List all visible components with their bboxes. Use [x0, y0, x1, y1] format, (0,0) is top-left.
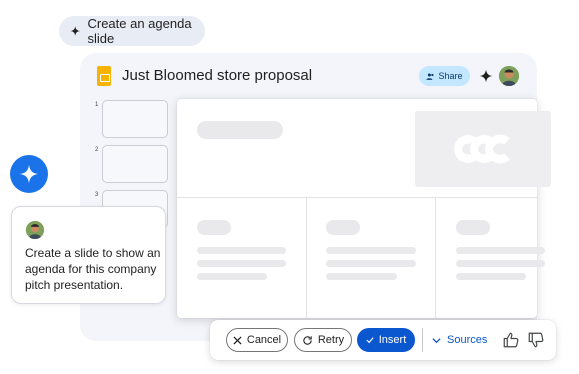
- document-title[interactable]: Just Bloomed store proposal: [122, 67, 312, 84]
- thumbnail-number: 3: [95, 192, 99, 198]
- cancel-label: Cancel: [246, 334, 282, 346]
- text-line-placeholder: [197, 247, 286, 254]
- avatar: [26, 221, 44, 239]
- gemini-assistant-icon: [10, 155, 48, 193]
- text-line-placeholder: [197, 260, 286, 267]
- chevron-down-icon: [432, 337, 441, 343]
- retry-button[interactable]: Retry: [294, 328, 352, 352]
- column-heading-placeholder: [456, 220, 490, 235]
- column-heading-placeholder: [326, 220, 360, 235]
- people-icon: [426, 73, 434, 80]
- insert-button[interactable]: Insert: [357, 328, 415, 352]
- refresh-icon: [303, 335, 312, 345]
- slide-thumbnail-2[interactable]: [102, 145, 168, 183]
- retry-label: Retry: [317, 334, 345, 346]
- divider: [422, 328, 423, 352]
- title-placeholder: [197, 121, 283, 139]
- divider: [306, 198, 307, 318]
- divider: [435, 198, 436, 318]
- text-line-placeholder: [326, 260, 416, 267]
- share-button[interactable]: Share: [419, 66, 470, 86]
- chat-message-text: Create a slide to show an agenda for thi…: [25, 246, 161, 292]
- company-logo: [415, 111, 551, 187]
- column-heading-placeholder: [197, 220, 231, 235]
- text-line-placeholder: [456, 273, 526, 280]
- company-logo-mark: [454, 134, 510, 164]
- text-line-placeholder: [456, 247, 545, 254]
- gemini-spark-icon: [19, 164, 39, 184]
- close-icon: [233, 335, 242, 345]
- action-bar: Cancel Retry Insert Sources: [210, 320, 556, 360]
- slide-preview: [177, 99, 551, 318]
- prompt-chip[interactable]: Create an agenda slide: [59, 16, 205, 46]
- share-label: Share: [438, 71, 463, 81]
- slide-thumbnail-1[interactable]: [102, 100, 168, 138]
- thumbnail-number: 1: [95, 102, 99, 108]
- cancel-button[interactable]: Cancel: [226, 328, 288, 352]
- thumbs-up-icon[interactable]: [502, 331, 520, 349]
- avatar[interactable]: [499, 66, 519, 86]
- thumbnail-number: 2: [95, 147, 99, 153]
- sources-label: Sources: [447, 334, 488, 346]
- sources-button[interactable]: Sources: [432, 328, 487, 352]
- text-line-placeholder: [197, 273, 267, 280]
- text-line-placeholder: [326, 273, 397, 280]
- check-icon: [366, 337, 374, 344]
- insert-label: Insert: [378, 334, 407, 346]
- text-line-placeholder: [456, 260, 545, 267]
- divider: [177, 197, 537, 198]
- chat-message: Create a slide to show an agenda for thi…: [11, 206, 166, 304]
- prompt-chip-label: Create an agenda slide: [87, 16, 192, 46]
- slides-logo-icon: [97, 66, 111, 86]
- spark-icon: [70, 26, 81, 36]
- gemini-spark-icon[interactable]: [479, 69, 493, 83]
- text-line-placeholder: [326, 247, 416, 254]
- thumbs-down-icon[interactable]: [527, 331, 545, 349]
